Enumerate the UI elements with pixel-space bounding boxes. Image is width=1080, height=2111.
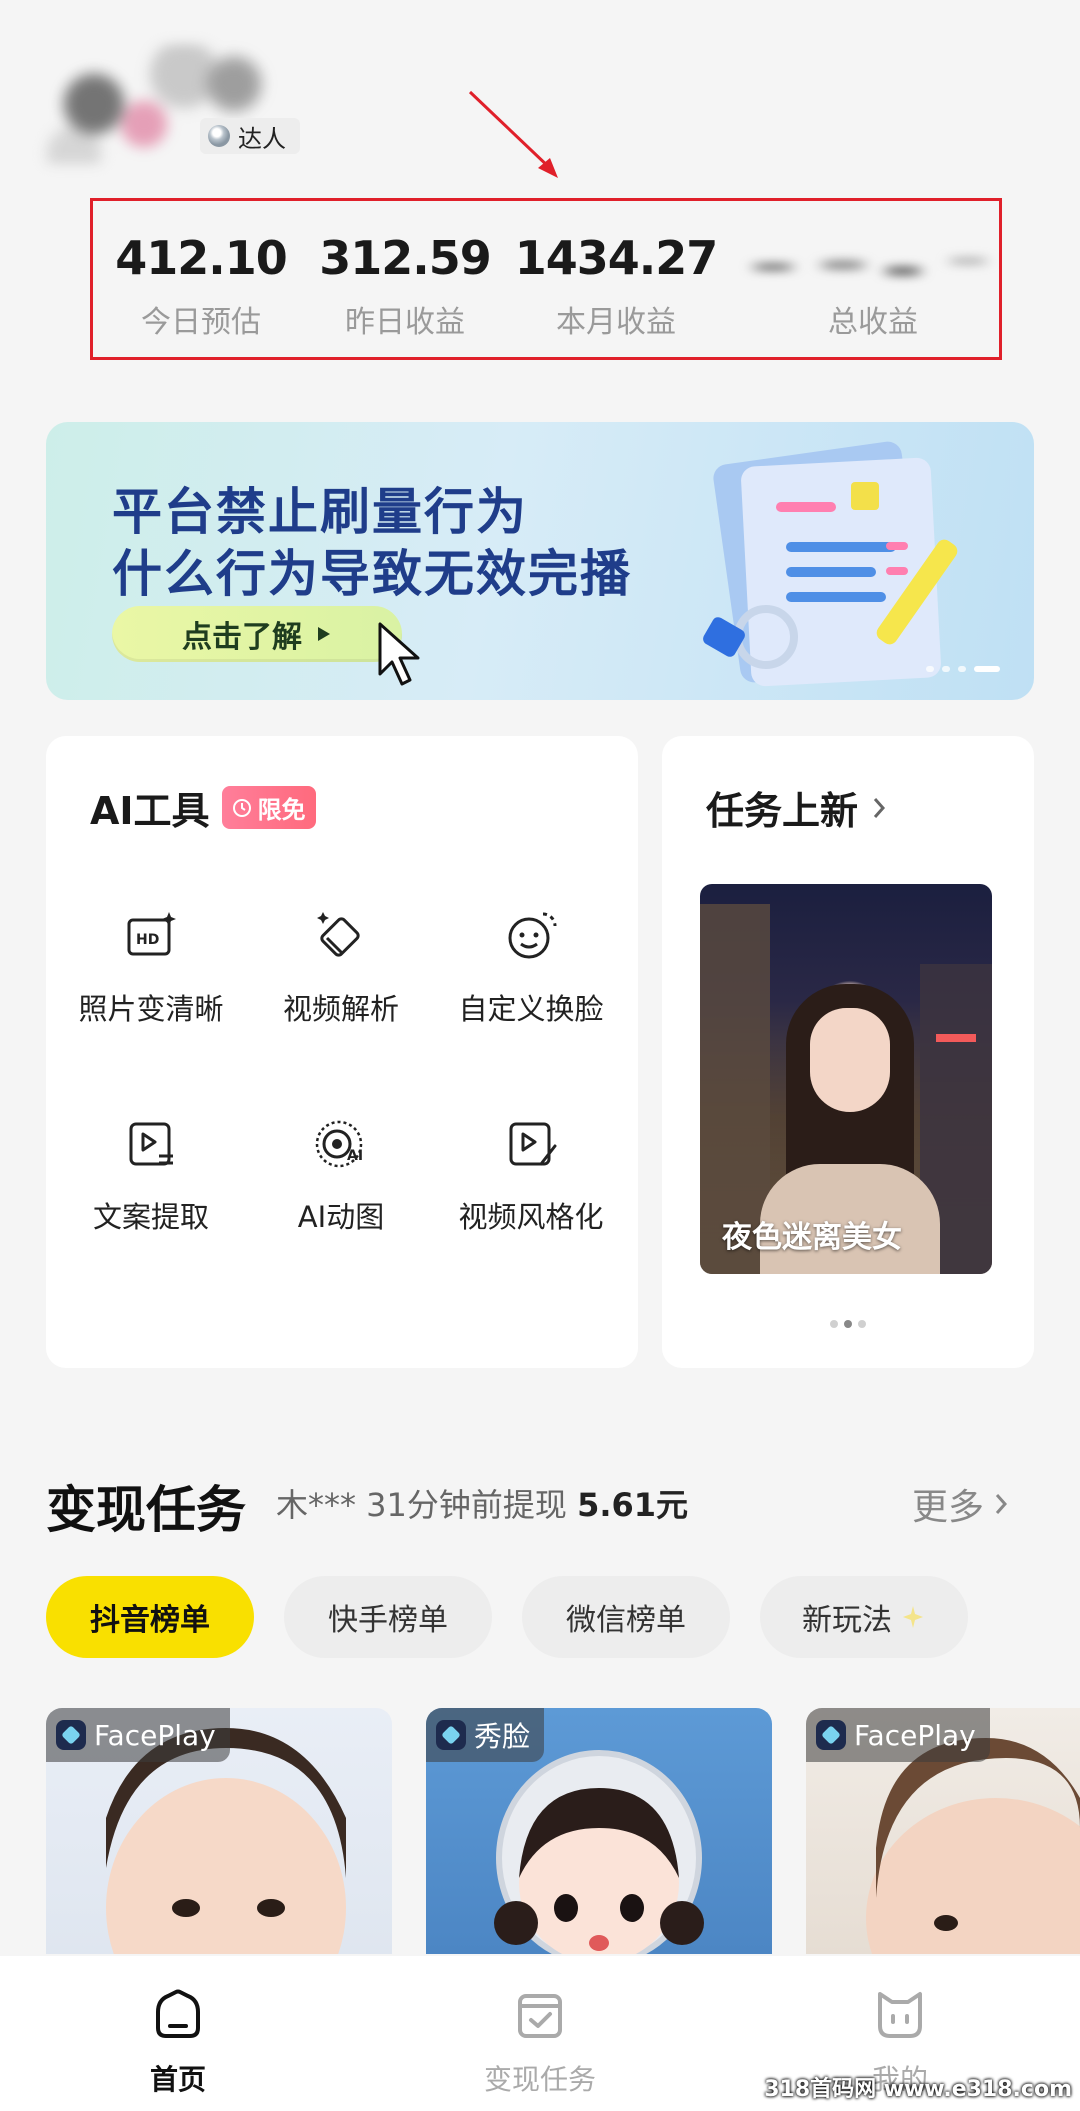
more-label: 更多 — [912, 1487, 985, 1528]
ai-tools-title: AI工具 — [90, 789, 210, 833]
video-card[interactable]: 秀脸 — [426, 1708, 772, 1954]
tool-label: AI动图 — [297, 1200, 385, 1234]
nav-tasks[interactable]: 变现任务 — [440, 1986, 640, 2098]
chevron-right-icon — [873, 797, 886, 818]
bottom-navigation: 首页 变现任务 我的 318首码网 www.e318.com — [0, 1956, 1080, 2111]
tool-label: 自定义换脸 — [458, 992, 604, 1026]
sparkle-icon — [903, 1606, 923, 1628]
home-icon — [156, 1989, 200, 2038]
stat-yesterday[interactable]: 312.59 昨日收益 — [315, 231, 495, 341]
user-level-label: 达人 — [238, 124, 286, 153]
level-gem-icon — [208, 125, 230, 147]
tool-face-swap[interactable]: 自定义换脸 — [436, 908, 626, 1028]
free-limited-badge: 限免 — [221, 786, 316, 829]
tool-photo-enhance[interactable]: HD 照片变清晰 — [56, 908, 246, 1028]
tab-label: 抖音榜单 — [90, 1603, 210, 1638]
user-level-badge: 达人 — [200, 118, 300, 154]
tab-label: 新玩法 — [802, 1603, 892, 1638]
annotation-arrow-icon — [468, 90, 558, 178]
banner-learn-more-button[interactable]: 点击了解 — [112, 606, 402, 662]
free-limited-label: 限免 — [257, 796, 306, 824]
stat-today[interactable]: 412.10 今日预估 — [111, 231, 291, 341]
video-tag-label: 秀脸 — [474, 1720, 531, 1753]
video-source-tag: 秀脸 — [426, 1708, 545, 1762]
tool-video-parse[interactable]: 视频解析 — [246, 908, 436, 1028]
tab-label: 微信榜单 — [566, 1603, 686, 1638]
eraser-icon — [317, 912, 360, 957]
video-style-icon — [509, 1122, 557, 1166]
tool-text-extract[interactable]: 文案提取 — [56, 1116, 246, 1236]
tab-wechat-ranking[interactable]: 微信榜单 — [522, 1576, 730, 1658]
stat-today-label: 今日预估 — [141, 305, 261, 340]
monetize-section-title: 变现任务 — [46, 1481, 246, 1539]
new-tasks-pagination — [662, 1320, 1034, 1328]
promo-banner[interactable]: 平台禁止刷量行为 什么行为导致无效完播 点击了解 — [46, 422, 1034, 700]
banner-button-label: 点击了解 — [182, 620, 302, 655]
svg-text:HD: HD — [136, 932, 159, 948]
new-tasks-title-row[interactable]: 任务上新 — [706, 780, 886, 835]
stat-yesterday-value: 312.59 — [319, 231, 492, 285]
faceplay-logo-icon — [56, 1720, 86, 1750]
new-task-caption: 夜色迷离美女 — [722, 1220, 902, 1255]
ranking-tabs: 抖音榜单 快手榜单 微信榜单 新玩法 — [46, 1576, 968, 1658]
tool-video-style[interactable]: 视频风格化 — [436, 1116, 626, 1236]
clock-icon — [232, 798, 251, 817]
cursor-pointer-icon — [378, 622, 420, 686]
video-tag-label: FacePlay — [854, 1718, 976, 1752]
stat-month[interactable]: 1434.27 本月收益 — [511, 231, 721, 341]
more-link[interactable]: 更多 — [912, 1478, 1008, 1530]
withdraw-ticker-amount: 5.61元 — [577, 1486, 689, 1524]
stat-yesterday-label: 昨日收益 — [345, 305, 465, 340]
nav-home-label: 首页 — [149, 2063, 206, 2096]
new-tasks-title: 任务上新 — [706, 789, 859, 833]
video-tag-label: FacePlay — [94, 1718, 216, 1752]
xiulian-logo-icon — [436, 1720, 466, 1750]
hd-photo-icon: HD — [127, 912, 176, 956]
stat-month-label: 本月收益 — [556, 305, 676, 340]
tab-label: 快手榜单 — [328, 1603, 448, 1638]
ai-tools-title-row: AI工具 限免 — [90, 780, 316, 835]
banner-pagination — [926, 666, 1000, 672]
ai-animate-icon: AI — [315, 1120, 363, 1168]
video-card[interactable]: FacePlay — [806, 1708, 1080, 1954]
new-tasks-card[interactable]: 任务上新 夜色迷离美女 — [662, 736, 1034, 1368]
tool-label: 照片变清晰 — [78, 992, 224, 1026]
stat-total[interactable]: 0 总收益 — [773, 231, 973, 341]
profile-cat-icon — [878, 1992, 922, 2038]
face-swap-icon — [508, 912, 557, 959]
withdraw-ticker: 木*** 31分钟前提现 5.61元 — [276, 1480, 688, 1526]
chevron-right-icon — [995, 1494, 1008, 1514]
withdraw-ticker-text: 木*** 31分钟前提现 — [276, 1486, 567, 1524]
stat-total-label: 总收益 — [828, 305, 918, 340]
video-source-tag: FacePlay — [806, 1708, 990, 1762]
text-extract-icon — [129, 1122, 173, 1166]
tab-douyin-ranking[interactable]: 抖音榜单 — [46, 1576, 254, 1658]
tool-ai-animate[interactable]: AI AI动图 — [246, 1116, 436, 1236]
tool-label: 文案提取 — [92, 1200, 209, 1234]
stat-month-value: 1434.27 — [514, 231, 719, 285]
tab-new-play[interactable]: 新玩法 — [760, 1576, 968, 1658]
faceplay-logo-icon — [816, 1720, 846, 1750]
tool-label: 视频风格化 — [458, 1200, 604, 1234]
task-calendar-icon — [518, 1994, 562, 2038]
video-source-tag: FacePlay — [46, 1708, 230, 1762]
new-task-thumbnail[interactable]: 夜色迷离美女 — [700, 884, 992, 1274]
ai-tools-card: AI工具 限免 HD 照片变清晰 视频解析 自定义换脸 文案提取 AI AI动图… — [46, 736, 638, 1368]
video-card[interactable]: FacePlay — [46, 1708, 392, 1954]
nav-home[interactable]: 首页 — [78, 1986, 278, 2098]
site-watermark: 318首码网 www.e318.com — [764, 2077, 1072, 2102]
tab-kuaishou-ranking[interactable]: 快手榜单 — [284, 1576, 492, 1658]
earnings-stats-panel: 412.10 今日预估 312.59 昨日收益 1434.27 本月收益 0 总… — [90, 198, 1003, 360]
stat-today-value: 412.10 — [115, 231, 288, 285]
tool-label: 视频解析 — [282, 992, 399, 1026]
play-triangle-icon — [318, 627, 330, 641]
banner-headline-2: 什么行为导致无效完播 — [112, 545, 632, 603]
document-illustration-icon — [703, 441, 958, 687]
svg-text:AI: AI — [347, 1148, 363, 1164]
nav-tasks-label: 变现任务 — [483, 2063, 596, 2096]
